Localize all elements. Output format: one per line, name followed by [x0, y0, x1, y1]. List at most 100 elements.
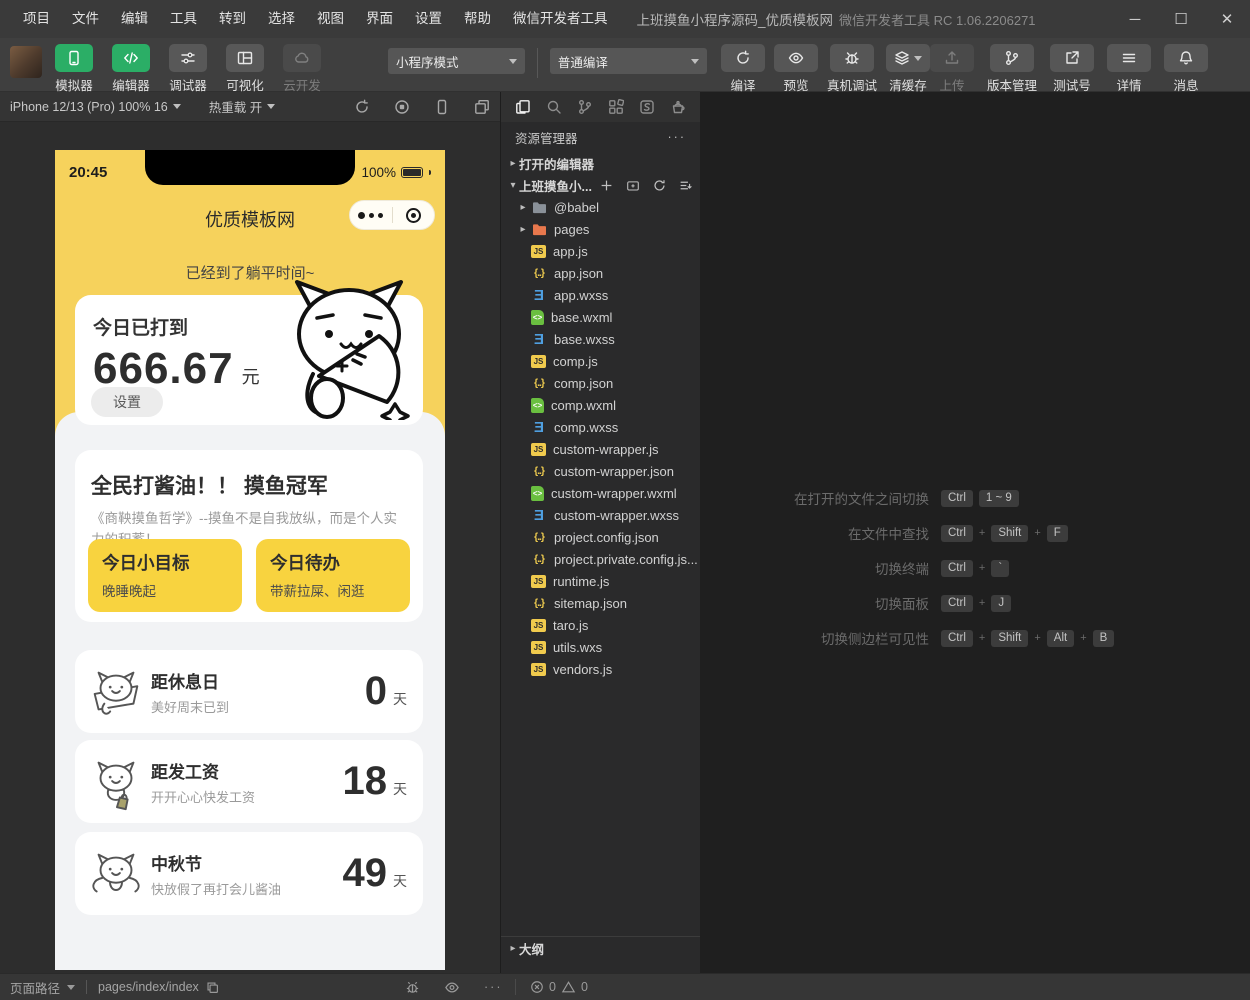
eye-icon[interactable] [444, 980, 460, 995]
file-@babel[interactable]: ▸@babel [501, 196, 700, 218]
tea-icon[interactable] [670, 99, 686, 115]
search-icon[interactable] [546, 99, 562, 115]
file-custom-wrapper.json[interactable]: {..}custom-wrapper.json [501, 460, 700, 482]
file-project.config.json[interactable]: {..}project.config.json [501, 526, 700, 548]
copy-icon[interactable] [206, 981, 219, 994]
toggle-可视化[interactable]: 可视化 [221, 44, 269, 94]
bug-icon[interactable] [405, 980, 420, 995]
code-icon [123, 50, 139, 66]
file-pages[interactable]: ▸pages [501, 218, 700, 240]
device-select[interactable]: iPhone 12/13 (Pro) 100% 16 [10, 100, 181, 114]
problems-counts[interactable]: 0 0 [515, 979, 588, 995]
cat-fan-illustration [283, 278, 417, 420]
file-vendors.js[interactable]: JSvendors.js [501, 658, 700, 680]
shortcut-label: 在文件中查找 [848, 523, 929, 543]
menu-item-0[interactable]: 项目 [12, 0, 61, 38]
menu-item-2[interactable]: 编辑 [110, 0, 159, 38]
action-消息[interactable]: 消息 [1164, 44, 1208, 94]
file-custom-wrapper.wxss[interactable]: Ǝcustom-wrapper.wxss [501, 504, 700, 526]
mode-select[interactable]: 小程序模式 [388, 48, 525, 74]
refresh-icon[interactable] [653, 179, 666, 192]
action-版本管理[interactable]: 版本管理 [987, 44, 1037, 94]
device-icon[interactable] [434, 99, 450, 115]
user-avatar[interactable] [10, 46, 42, 78]
file-runtime.js[interactable]: JSruntime.js [501, 570, 700, 592]
hot-reload-value: 热重载 开 [209, 97, 262, 116]
menu-item-6[interactable]: 视图 [306, 0, 355, 38]
more-icon[interactable] [350, 212, 392, 219]
settings-button[interactable]: 设置 [91, 387, 163, 417]
extensions-icon[interactable] [608, 99, 624, 115]
more-icon[interactable]: ··· [484, 980, 503, 995]
file-utils.wxs[interactable]: JSutils.wxs [501, 636, 700, 658]
minimize-button[interactable]: ─ [1112, 0, 1158, 38]
more-icon[interactable]: ··· [668, 130, 687, 144]
keycap: ` [991, 560, 1009, 577]
menu-item-7[interactable]: 界面 [355, 0, 404, 38]
action-详情[interactable]: 详情 [1107, 44, 1151, 94]
file-base.wxss[interactable]: Ǝbase.wxss [501, 328, 700, 350]
page-path-label[interactable]: 页面路径 [10, 978, 60, 997]
activity-bar [501, 92, 700, 122]
toggle-模拟器[interactable]: 模拟器 [50, 44, 98, 94]
file-comp.json[interactable]: {..}comp.json [501, 372, 700, 394]
record-icon[interactable] [394, 99, 410, 115]
hot-reload-toggle[interactable]: 热重载 开 [209, 97, 275, 116]
menu-item-4[interactable]: 转到 [208, 0, 257, 38]
toggle-编辑器[interactable]: 编辑器 [107, 44, 155, 94]
goal-box[interactable]: 今日小目标晚睡晚起 [88, 539, 242, 612]
file-app.js[interactable]: JSapp.js [501, 240, 700, 262]
file-comp.js[interactable]: JScomp.js [501, 350, 700, 372]
countdown-card-距休息日[interactable]: 距休息日美好周末已到0天 [75, 650, 423, 733]
countdown-days: 18 [343, 759, 388, 804]
action-真机调试[interactable]: 真机调试 [827, 44, 877, 94]
toggle-调试器[interactable]: 调试器 [164, 44, 212, 94]
menu-item-9[interactable]: 帮助 [453, 0, 502, 38]
outline-section[interactable]: ▸大纲 [501, 936, 700, 960]
source-control-icon[interactable] [577, 99, 593, 115]
restart-icon[interactable] [354, 99, 370, 115]
toggle-云开发[interactable]: 云开发 [278, 44, 326, 94]
error-icon [530, 980, 544, 994]
menu-item-5[interactable]: 选择 [257, 0, 306, 38]
open-editors-section[interactable]: ▸打开的编辑器 [501, 152, 700, 174]
maximize-button[interactable]: ☐ [1158, 0, 1204, 38]
file-base.wxml[interactable]: <>base.wxml [501, 306, 700, 328]
home-icon[interactable] [393, 208, 435, 223]
action-预览[interactable]: 预览 [774, 44, 818, 94]
file-comp.wxml[interactable]: <>comp.wxml [501, 394, 700, 416]
multi-window-icon[interactable] [474, 99, 490, 115]
countdown-card-中秋节[interactable]: 中秋节快放假了再打会儿酱油49天 [75, 832, 423, 915]
applet-icon[interactable] [639, 99, 655, 115]
action-清缓存[interactable]: 清缓存 [886, 44, 930, 94]
file-sitemap.json[interactable]: {..}sitemap.json [501, 592, 700, 614]
new-file-icon[interactable] [600, 179, 613, 192]
file-taro.js[interactable]: JStaro.js [501, 614, 700, 636]
file-project.private.config.js...[interactable]: {..}project.private.config.js... [501, 548, 700, 570]
file-app.wxss[interactable]: Ǝapp.wxss [501, 284, 700, 306]
divider [86, 980, 87, 994]
new-folder-icon[interactable] [626, 179, 640, 192]
menu-item-8[interactable]: 设置 [404, 0, 453, 38]
chevron-right-icon: ▸ [517, 202, 529, 213]
action-测试号[interactable]: 测试号 [1050, 44, 1094, 94]
collapse-all-icon[interactable] [679, 179, 692, 192]
file-app.json[interactable]: {..}app.json [501, 262, 700, 284]
todo-box[interactable]: 今日待办带薪拉屎、闲逛 [256, 539, 410, 612]
close-button[interactable]: ✕ [1204, 0, 1250, 38]
compile-select[interactable]: 普通编译 [550, 48, 707, 74]
file-custom-wrapper.js[interactable]: JScustom-wrapper.js [501, 438, 700, 460]
action-上传[interactable]: 上传 [930, 44, 974, 94]
files-icon[interactable] [515, 99, 531, 115]
box-title: 今日小目标 [102, 550, 242, 575]
countdown-card-距发工资[interactable]: 距发工资开开心心快发工资18天 [75, 740, 423, 823]
json-file-icon: {..} [531, 595, 547, 611]
menu-item-1[interactable]: 文件 [61, 0, 110, 38]
action-编译[interactable]: 编译 [721, 44, 765, 94]
menu-item-10[interactable]: 微信开发者工具 [502, 0, 619, 38]
file-comp.wxss[interactable]: Ǝcomp.wxss [501, 416, 700, 438]
project-section[interactable]: ▾上班摸鱼小... [501, 174, 700, 196]
file-name: custom-wrapper.wxml [551, 486, 677, 501]
file-custom-wrapper.wxml[interactable]: <>custom-wrapper.wxml [501, 482, 700, 504]
menu-item-3[interactable]: 工具 [159, 0, 208, 38]
